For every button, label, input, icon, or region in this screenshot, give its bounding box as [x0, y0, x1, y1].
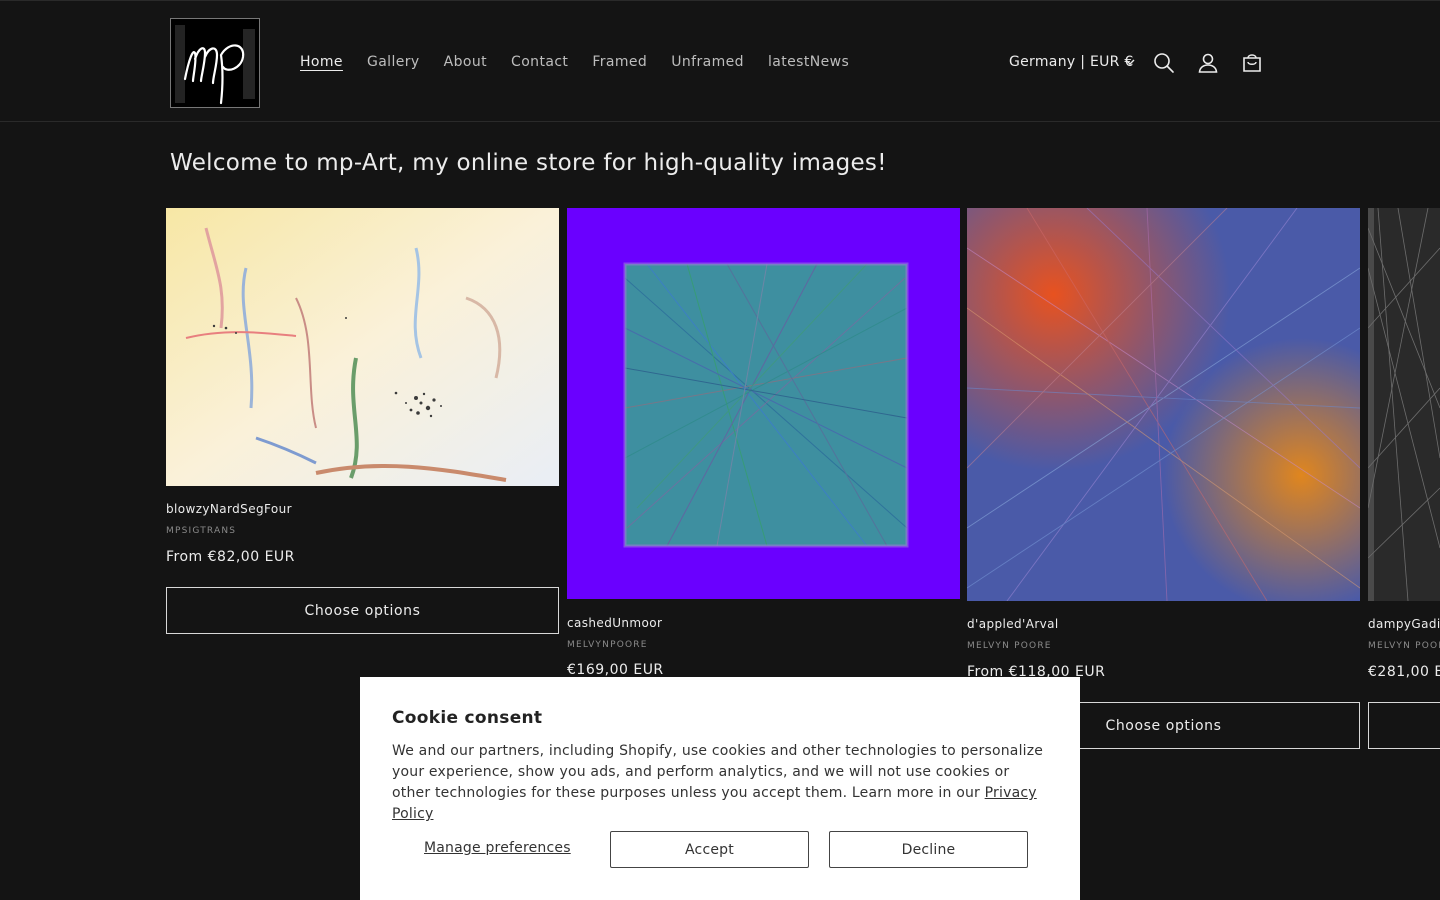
country-currency-selector[interactable]: Germany | EUR € [1009, 52, 1135, 72]
product-price: €281,00 E [1368, 664, 1440, 680]
account-icon[interactable] [1196, 51, 1220, 75]
cookie-consent-banner: Cookie consent We and our partners, incl… [360, 677, 1080, 900]
product-image[interactable] [967, 208, 1360, 601]
product-vendor: MELVYNPOORE [567, 640, 648, 650]
product-vendor: MPSIGTRANS [166, 526, 237, 536]
site-header: Home Gallery About Contact Framed Unfram… [0, 0, 1440, 122]
chevron-down-icon [1125, 59, 1135, 65]
artwork-dampy [1368, 208, 1440, 601]
product-price: From €82,00 EUR [166, 549, 295, 565]
product-title[interactable]: blowzyNardSegFour [166, 502, 292, 516]
cart-icon[interactable] [1240, 51, 1264, 75]
main-nav: Home Gallery About Contact Framed Unfram… [300, 52, 873, 72]
nav-gallery[interactable]: Gallery [367, 52, 420, 72]
artwork-blowzy [166, 208, 559, 486]
product-image[interactable] [166, 208, 559, 486]
logo-mark [171, 19, 259, 107]
cookie-message-text: We and our partners, including Shopify, … [392, 743, 1044, 801]
choose-options-button[interactable] [1368, 702, 1440, 749]
product-price: €169,00 EUR [567, 662, 664, 678]
nav-framed[interactable]: Framed [592, 52, 647, 72]
accept-button[interactable]: Accept [610, 831, 809, 868]
artwork-cashed [567, 208, 960, 599]
nav-unframed[interactable]: Unframed [671, 52, 744, 72]
cookie-title: Cookie consent [392, 708, 543, 728]
cookie-message: We and our partners, including Shopify, … [392, 741, 1052, 825]
product-vendor: MELVYN POORE [967, 641, 1052, 651]
welcome-heading: Welcome to mp-Art, my online store for h… [170, 150, 887, 176]
product-image[interactable] [567, 208, 960, 599]
product-image[interactable] [1368, 208, 1440, 601]
nav-latest-news[interactable]: latestNews [768, 52, 849, 72]
decline-button[interactable]: Decline [829, 831, 1028, 868]
product-title[interactable]: d'appled'Arval [967, 617, 1059, 631]
product-title[interactable]: cashedUnmoor [567, 616, 662, 630]
search-icon[interactable] [1152, 51, 1176, 75]
product-title[interactable]: dampyGadiF [1368, 617, 1440, 631]
site-logo[interactable] [170, 18, 260, 108]
artwork-dappled [967, 208, 1360, 601]
nav-home[interactable]: Home [300, 52, 343, 72]
nav-about[interactable]: About [444, 52, 487, 72]
nav-contact[interactable]: Contact [511, 52, 568, 72]
locale-label: Germany | EUR € [1009, 54, 1134, 70]
manage-preferences-link[interactable]: Manage preferences [424, 840, 571, 856]
product-vendor: MELVYN POOR [1368, 641, 1440, 651]
choose-options-button[interactable]: Choose options [166, 587, 559, 634]
